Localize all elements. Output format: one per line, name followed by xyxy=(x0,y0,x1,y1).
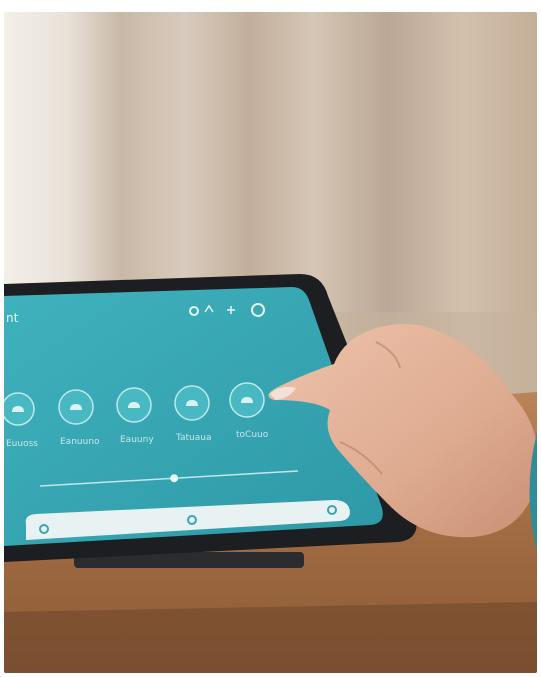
screen-button-2[interactable] xyxy=(58,389,94,425)
screen-title: nt xyxy=(6,311,19,325)
photo: nt Euuoss Eanuuno Eauuny Tatuaua toCuuo xyxy=(4,12,537,673)
button-label-2: Eanuuno xyxy=(60,437,100,447)
button-label-5: toCuuo xyxy=(236,430,269,440)
slider-thumb[interactable] xyxy=(170,474,179,483)
button-label-4: Tatuaua xyxy=(175,433,212,443)
button-label-1: Euuoss xyxy=(6,439,38,449)
table-edge xyxy=(4,602,537,673)
screen-button-5[interactable] xyxy=(229,382,265,418)
scene: nt Euuoss Eanuuno Eauuny Tatuaua toCuuo xyxy=(4,12,537,673)
screen-button-1[interactable] xyxy=(4,392,35,426)
screen-button-3[interactable] xyxy=(116,387,152,423)
button-label-3: Eauuny xyxy=(120,435,154,445)
screen-button-4[interactable] xyxy=(174,385,210,421)
